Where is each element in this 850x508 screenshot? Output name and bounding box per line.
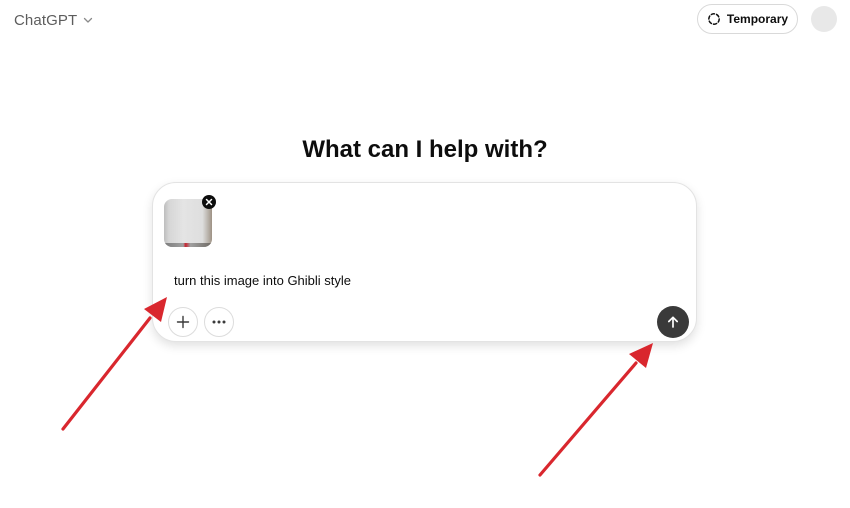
model-switcher[interactable]: ChatGPT bbox=[14, 9, 93, 31]
close-icon bbox=[205, 198, 213, 206]
prompt-composer: turn this image into Ghibli style bbox=[152, 182, 697, 342]
chat-page: ChatGPT Temporary What can I help with? bbox=[0, 0, 850, 508]
add-attachment-button[interactable] bbox=[168, 307, 198, 337]
model-name: ChatGPT bbox=[14, 11, 78, 29]
page-heading: What can I help with? bbox=[302, 136, 548, 163]
prompt-input[interactable]: turn this image into Ghibli style bbox=[174, 273, 674, 289]
plus-icon bbox=[176, 315, 190, 329]
temporary-chat-label: Temporary bbox=[726, 12, 789, 26]
send-button[interactable] bbox=[657, 306, 689, 338]
ellipsis-icon bbox=[212, 320, 226, 324]
chevron-down-icon bbox=[83, 15, 93, 25]
arrow-up-icon bbox=[666, 315, 680, 329]
temporary-chat-icon bbox=[707, 12, 721, 26]
annotation-arrow-to-send bbox=[538, 343, 653, 477]
temporary-chat-button[interactable]: Temporary bbox=[697, 4, 798, 34]
remove-attachment-button[interactable] bbox=[202, 195, 216, 209]
user-avatar[interactable] bbox=[811, 6, 837, 32]
more-tools-button[interactable] bbox=[204, 307, 234, 337]
